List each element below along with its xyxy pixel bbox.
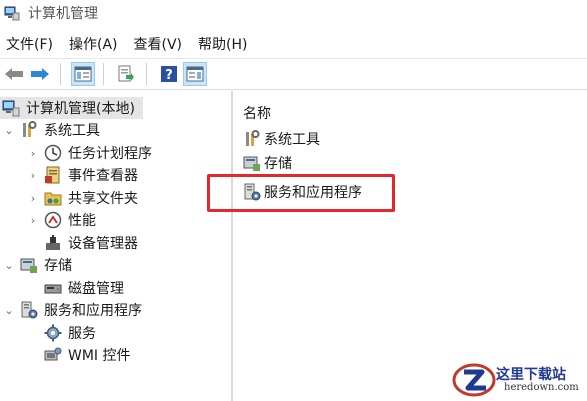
- highlight-annotation-box: [207, 174, 395, 212]
- console-tree-icon: [74, 66, 92, 82]
- menu-action[interactable]: 操作(A): [63, 32, 124, 56]
- toolbar-separator: [60, 63, 61, 85]
- menu-view[interactable]: 查看(V): [128, 32, 189, 56]
- tree-item-label: 共享文件夹: [68, 191, 138, 207]
- tree-item-label: 事件查看器: [68, 168, 138, 184]
- tree-item-label: 计算机管理(本地): [26, 101, 135, 117]
- tree-item-system-tools[interactable]: ⌄ 系统工具: [0, 119, 100, 141]
- chevron-right-icon[interactable]: ›: [26, 164, 40, 186]
- svg-text:?: ?: [165, 68, 173, 83]
- system-tools-icon: [243, 130, 261, 148]
- list-item-label: 系统工具: [264, 132, 320, 148]
- tree-item-shared-folders[interactable]: › 共享文件夹: [0, 187, 138, 209]
- window-title: 计算机管理: [28, 6, 98, 22]
- tree-item-label: 任务计划程序: [68, 146, 152, 162]
- menu-help[interactable]: 帮助(H): [192, 32, 253, 56]
- task-scheduler-icon: [44, 144, 62, 162]
- tree-item-device-manager[interactable]: 设备管理器: [0, 232, 138, 254]
- tree-item-storage[interactable]: ⌄ 存储: [0, 254, 72, 276]
- disk-management-icon: [44, 279, 62, 297]
- show-hide-action-pane-button[interactable]: [183, 62, 207, 86]
- wmi-control-icon: [44, 346, 62, 364]
- services-and-applications-icon: [20, 301, 38, 319]
- watermark-title: 这里下载站: [496, 367, 566, 383]
- toolbar-separator: [146, 63, 147, 85]
- tree-item-wmi-control[interactable]: WMI 控件: [0, 344, 131, 366]
- tree-item-root[interactable]: 计算机管理(本地): [0, 97, 143, 119]
- toolbar: ?: [0, 58, 587, 90]
- console-tree: 计算机管理(本地) ⌄ 系统工具 › 任务计划程序 › 事件查看器 › 共享文件…: [0, 91, 231, 401]
- back-button[interactable]: [2, 62, 26, 86]
- list-item-storage[interactable]: 存储: [243, 152, 292, 174]
- device-manager-icon: [44, 234, 62, 252]
- tree-item-services[interactable]: 服务: [0, 322, 96, 344]
- show-hide-console-tree-button[interactable]: [71, 62, 95, 86]
- action-pane-icon: [186, 66, 204, 82]
- services-gear-icon: [44, 324, 62, 342]
- chevron-down-icon[interactable]: ⌄: [2, 119, 16, 141]
- computer-management-icon: [4, 5, 20, 21]
- chevron-down-icon[interactable]: ⌄: [2, 299, 16, 321]
- tree-item-label: 服务和应用程序: [44, 303, 142, 319]
- menu-file[interactable]: 文件(F): [0, 32, 59, 56]
- chevron-right-icon[interactable]: ›: [26, 209, 40, 231]
- system-tools-icon: [20, 121, 38, 139]
- tree-item-services-and-applications[interactable]: ⌄ 服务和应用程序: [0, 299, 142, 321]
- chevron-down-icon[interactable]: ⌄: [2, 254, 16, 276]
- tree-item-label: WMI 控件: [68, 348, 131, 364]
- help-icon: ?: [161, 66, 177, 83]
- column-header-name[interactable]: 名称: [243, 103, 271, 123]
- watermark-url: heredown.com: [504, 382, 579, 393]
- result-pane: 名称 系统工具 存储 服务和应用程序: [233, 91, 587, 401]
- back-arrow-icon: [5, 68, 23, 80]
- storage-icon: [243, 154, 261, 172]
- computer-management-icon: [2, 99, 20, 117]
- tree-item-label: 服务: [68, 326, 96, 342]
- tree-item-label: 存储: [44, 258, 72, 274]
- title-bar: 计算机管理: [0, 0, 587, 26]
- shared-folders-icon: [44, 189, 62, 207]
- storage-icon: [20, 256, 38, 274]
- forward-button[interactable]: [28, 62, 52, 86]
- tree-item-label: 系统工具: [44, 123, 100, 139]
- tree-item-task-scheduler[interactable]: › 任务计划程序: [0, 142, 152, 164]
- tree-item-performance[interactable]: › 性能: [0, 209, 96, 231]
- export-list-button[interactable]: [114, 62, 138, 86]
- list-item-system-tools[interactable]: 系统工具: [243, 128, 320, 150]
- forward-arrow-icon: [31, 68, 49, 80]
- watermark-logo: 这里下载站 heredown.com: [452, 362, 584, 398]
- tree-item-event-viewer[interactable]: › 事件查看器: [0, 164, 138, 186]
- tree-item-disk-management[interactable]: 磁盘管理: [0, 277, 124, 299]
- chevron-right-icon[interactable]: ›: [26, 142, 40, 164]
- performance-icon: [44, 211, 62, 229]
- watermark-z-icon: [452, 363, 496, 397]
- menu-bar: 文件(F) 操作(A) 查看(V) 帮助(H): [0, 30, 587, 58]
- toolbar-separator: [103, 63, 104, 85]
- tree-item-label: 性能: [68, 213, 96, 229]
- tree-item-label: 设备管理器: [68, 236, 138, 252]
- tree-item-label: 磁盘管理: [68, 281, 124, 297]
- list-item-label: 存储: [264, 156, 292, 172]
- export-list-icon: [118, 65, 134, 82]
- help-button[interactable]: ?: [157, 62, 181, 86]
- event-viewer-icon: [44, 166, 62, 184]
- chevron-right-icon[interactable]: ›: [26, 187, 40, 209]
